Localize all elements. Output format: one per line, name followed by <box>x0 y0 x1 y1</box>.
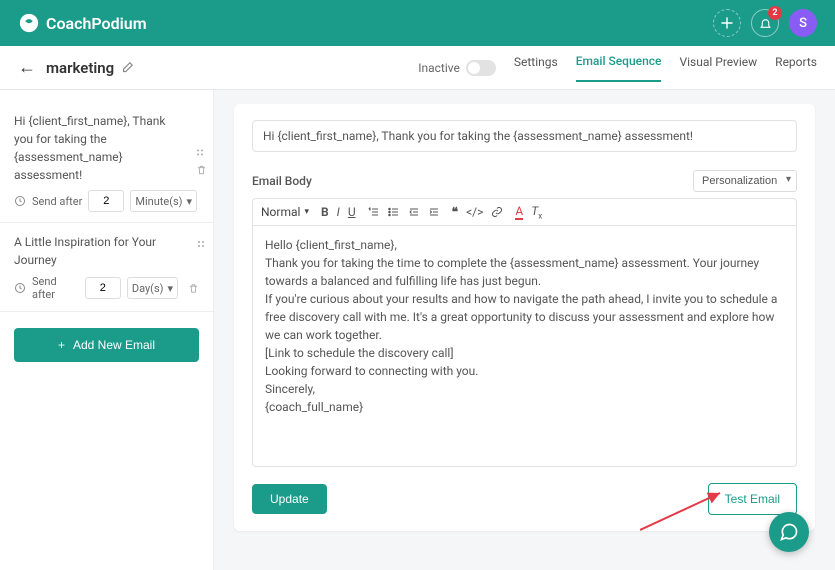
italic-icon[interactable]: I <box>337 205 340 219</box>
page-title: marketing <box>46 59 134 77</box>
plus-icon: + <box>58 338 65 352</box>
format-select[interactable]: Normal ▾ <box>261 205 309 219</box>
svg-text:1: 1 <box>369 207 371 211</box>
personalization-select[interactable]: Personalization <box>693 170 797 192</box>
drag-handle-icon[interactable] <box>197 240 207 250</box>
logo-icon <box>18 12 40 34</box>
chevron-down-icon: ▾ <box>304 207 309 217</box>
topbar: CoachPodium 2 S <box>0 0 835 46</box>
brand: CoachPodium <box>18 12 147 34</box>
email-subject-preview: A Little Inspiration for Your Journey <box>14 233 179 269</box>
bold-icon[interactable]: B <box>321 205 329 219</box>
code-icon[interactable]: </> <box>466 205 483 219</box>
chevron-down-icon: ▾ <box>167 282 173 295</box>
email-list-sidebar: Hi {client_first_name}, Thank you for ta… <box>0 90 214 570</box>
help-fab[interactable] <box>769 512 809 552</box>
test-email-button[interactable]: Test Email <box>708 483 797 515</box>
add-button[interactable] <box>713 9 741 37</box>
unordered-list-icon[interactable] <box>388 206 400 218</box>
subbar: ← marketing Inactive Settings Email Sequ… <box>0 46 835 90</box>
ordered-list-icon[interactable]: 1 <box>368 206 380 218</box>
send-after-label: Send after <box>32 195 82 208</box>
clock-icon <box>14 195 26 207</box>
tab-settings[interactable]: Settings <box>514 55 558 81</box>
send-after-value-input[interactable] <box>85 277 121 299</box>
quote-icon[interactable]: ❝ <box>452 205 458 219</box>
send-after-unit-select[interactable]: Minute(s)▾ <box>130 190 197 212</box>
link-icon[interactable] <box>491 206 503 218</box>
status-label: Inactive <box>418 61 460 75</box>
editor-pane: Hi {client_first_name}, Thank you for ta… <box>214 90 835 570</box>
avatar-initial: S <box>799 16 807 31</box>
indent-icon[interactable] <box>428 206 440 218</box>
notifications-button[interactable]: 2 <box>751 9 779 37</box>
chevron-down-icon: ▾ <box>186 195 192 208</box>
tab-visual-preview[interactable]: Visual Preview <box>679 55 757 81</box>
avatar[interactable]: S <box>789 9 817 37</box>
editor-toolbar: Normal ▾ B I U 1 ❝ </> <box>253 199 796 226</box>
clear-format-icon[interactable]: Tx <box>531 204 542 220</box>
topbar-right: 2 S <box>713 9 817 37</box>
add-email-label: Add New Email <box>73 338 155 352</box>
tab-reports[interactable]: Reports <box>775 55 817 81</box>
clock-icon <box>14 282 26 294</box>
send-after-value-input[interactable] <box>88 190 124 212</box>
page-title-text: marketing <box>46 59 114 77</box>
status-toggle-group: Inactive <box>418 60 496 76</box>
delete-icon[interactable] <box>188 283 199 294</box>
email-list-item[interactable]: Hi {client_first_name}, Thank you for ta… <box>0 102 213 223</box>
email-body-editor[interactable]: Hello {client_first_name}, Thank you for… <box>253 226 796 466</box>
drag-handle-icon[interactable] <box>196 149 207 159</box>
back-arrow-icon[interactable]: ← <box>18 57 36 78</box>
brand-text: CoachPodium <box>46 14 147 33</box>
delete-icon[interactable] <box>196 165 207 176</box>
email-body-label: Email Body <box>252 174 312 188</box>
subject-input[interactable]: Hi {client_first_name}, Thank you for ta… <box>252 120 797 152</box>
text-color-icon[interactable]: A <box>515 204 523 220</box>
notification-badge: 2 <box>768 6 782 20</box>
add-new-email-button[interactable]: + Add New Email <box>14 328 199 362</box>
update-button[interactable]: Update <box>252 484 327 514</box>
email-list-item[interactable]: A Little Inspiration for Your Journey Se… <box>0 223 213 312</box>
email-subject-preview: Hi {client_first_name}, Thank you for ta… <box>14 112 179 184</box>
status-toggle[interactable] <box>466 60 496 76</box>
send-after-label: Send after <box>32 275 79 301</box>
edit-icon[interactable] <box>120 61 134 75</box>
send-after-unit-select[interactable]: Day(s)▾ <box>127 277 178 299</box>
format-label: Normal <box>261 205 300 219</box>
underline-icon[interactable]: U <box>348 205 356 219</box>
outdent-icon[interactable] <box>408 206 420 218</box>
tab-email-sequence[interactable]: Email Sequence <box>576 54 662 82</box>
